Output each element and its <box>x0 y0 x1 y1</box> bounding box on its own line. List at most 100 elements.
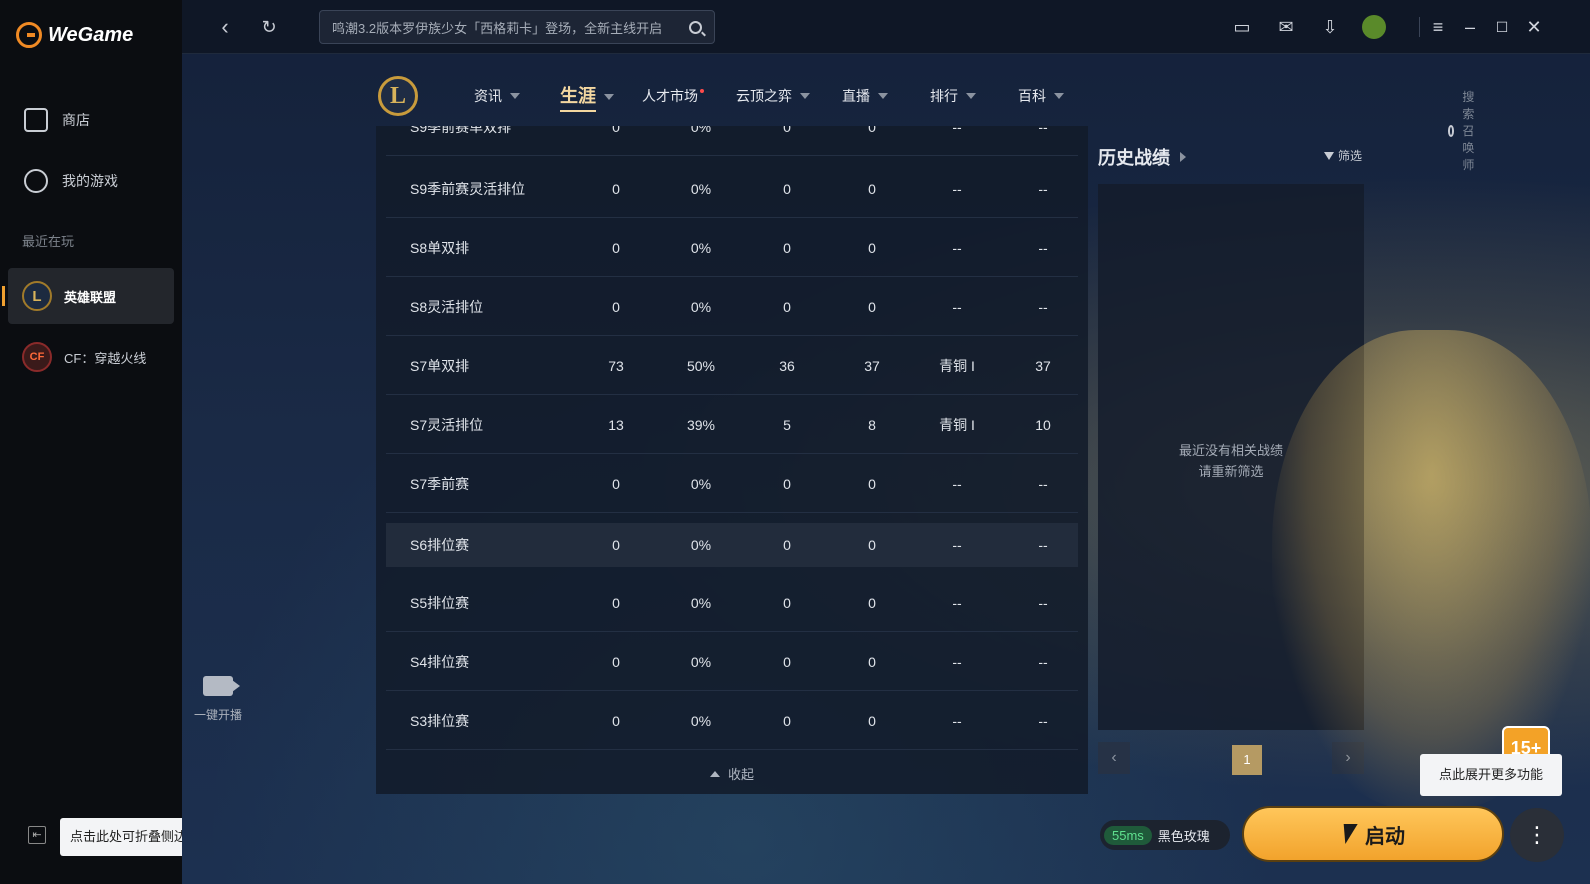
stat-cell: 0% <box>690 537 712 553</box>
tab-talent-market[interactable]: 人才市场 <box>642 86 704 106</box>
stat-cell: 0 <box>612 537 620 553</box>
sidebar-item-shop[interactable]: 商店 <box>8 92 174 148</box>
table-row[interactable]: S5排位赛 0 0% 0 0 -- -- <box>386 574 1078 632</box>
queue-name-cell: S7季前赛 <box>410 475 470 492</box>
current-page[interactable]: 1 <box>1232 745 1262 775</box>
tab-news[interactable]: 资讯 <box>474 86 520 106</box>
collapse-sidebar-button[interactable]: ⇤ <box>28 826 46 844</box>
chevron-right-icon <box>1180 152 1186 162</box>
chevron-down-icon <box>1054 93 1064 99</box>
lol-game-icon: L <box>22 281 52 311</box>
sidebar: WeGame 商店 我的游戏 最近在玩 L 英雄联盟 CF CF：穿越火线 ⇤ <box>0 0 182 884</box>
stat-cell: 0 <box>783 475 791 492</box>
maximize-icon[interactable]: ☐ <box>1490 15 1514 39</box>
filter-button[interactable]: 筛选 <box>1324 147 1362 164</box>
stat-cell: 0% <box>690 239 712 256</box>
table-row[interactable]: S3排位赛 0 0% 0 0 -- -- <box>386 692 1078 750</box>
summoner-search[interactable]: 搜索召唤师 <box>1448 88 1480 173</box>
tab-tft[interactable]: 云顶之弈 <box>736 86 810 106</box>
close-icon[interactable]: ✕ <box>1522 15 1546 39</box>
chevron-down-icon <box>878 93 888 99</box>
search-icon[interactable] <box>689 20 702 34</box>
table-row[interactable]: S7灵活排位 13 39% 5 8 青铜 I 10 <box>386 396 1078 454</box>
stat-cell: 0 <box>612 298 620 315</box>
tab-wiki[interactable]: 百科 <box>1018 86 1064 106</box>
stat-cell: 0 <box>612 475 620 492</box>
stat-cell: 0 <box>868 298 876 315</box>
sidebar-item-my-games[interactable]: 我的游戏 <box>8 153 174 209</box>
stat-cell: 0% <box>690 712 712 729</box>
ping-value: 55ms <box>1104 825 1152 845</box>
recent-game-cf[interactable]: CF CF：穿越火线 <box>8 329 174 385</box>
tab-live[interactable]: 直播 <box>842 86 888 106</box>
gamepad-icon <box>24 169 48 193</box>
stat-cell: 13 <box>608 416 624 433</box>
table-row[interactable]: S9季前赛单双排 0 0% 0 0 -- -- <box>386 126 1078 156</box>
table-row[interactable]: S7单双排 73 50% 36 37 青铜 I 37 <box>386 337 1078 395</box>
table-row[interactable]: S7季前赛 0 0% 0 0 -- -- <box>386 455 1078 513</box>
history-title[interactable]: 历史战绩 <box>1098 144 1186 170</box>
table-row[interactable]: S6排位赛 0 0% 0 0 -- -- <box>386 523 1078 567</box>
one-click-stream-button[interactable]: 一键开播 <box>190 676 246 723</box>
queue-name-cell: S8单双排 <box>410 239 470 256</box>
avatar[interactable] <box>1362 15 1386 39</box>
stat-cell: 39% <box>686 416 716 433</box>
stat-cell: 0 <box>783 126 791 135</box>
refresh-button[interactable]: ↻ <box>256 14 282 40</box>
recent-section-title: 最近在玩 <box>22 234 75 249</box>
table-row[interactable]: S9季前赛灵活排位 0 0% 0 0 -- -- <box>386 160 1078 218</box>
stat-cell: 0 <box>612 594 620 611</box>
minimize-icon[interactable]: – <box>1458 15 1482 39</box>
search-icon <box>1448 124 1455 137</box>
sidebar-item-label: 我的游戏 <box>62 173 118 189</box>
stat-cell: 0% <box>690 180 712 197</box>
stat-cell: -- <box>1038 653 1048 670</box>
stat-cell: 0 <box>612 239 620 256</box>
table-row[interactable]: S8单双排 0 0% 0 0 -- -- <box>386 219 1078 277</box>
history-title-label: 历史战绩 <box>1098 148 1170 168</box>
stat-cell: 0 <box>868 180 876 197</box>
tab-ranking[interactable]: 排行 <box>930 86 976 106</box>
server-status[interactable]: 55ms 黑色玫瑰 <box>1100 820 1230 850</box>
stat-cell: -- <box>1038 298 1048 315</box>
collapse-table-button[interactable]: 收起 <box>376 764 1088 783</box>
menu-icon[interactable]: ≡ <box>1426 15 1450 39</box>
launch-label: 启动 <box>1365 825 1405 848</box>
stat-cell: -- <box>1038 239 1048 256</box>
wegame-logo[interactable]: WeGame <box>16 22 133 48</box>
stat-cell: 0 <box>612 712 620 729</box>
wegame-logo-text: WeGame <box>48 23 134 46</box>
stat-cell: 0 <box>868 126 876 135</box>
mail-icon[interactable]: ✉ <box>1274 15 1298 39</box>
recent-game-lol[interactable]: L 英雄联盟 <box>2 268 174 324</box>
recent-game-label: 英雄联盟 <box>64 289 117 305</box>
tab-career[interactable]: 生涯 <box>560 82 614 112</box>
stat-cell: 0 <box>612 126 620 135</box>
table-row[interactable]: S8灵活排位 0 0% 0 0 -- -- <box>386 278 1078 336</box>
launch-button[interactable]: 启动 <box>1242 806 1504 862</box>
stat-cell: 0 <box>868 475 876 492</box>
rank-stats-table: 收起 S9季前赛单双排 0 0% 0 0 -- -- S9季前赛灵活排位 0 0% 0 0 -- -- S8… <box>376 126 1088 794</box>
global-search-input[interactable] <box>332 19 689 35</box>
summoner-search-placeholder: 搜索召唤师 <box>1462 90 1475 172</box>
stat-cell: -- <box>952 475 962 492</box>
chat-icon[interactable]: ▭ <box>1230 15 1254 39</box>
queue-name-cell: S6排位赛 <box>410 537 470 553</box>
back-button[interactable]: ‹ <box>212 14 238 40</box>
tab-label: 百科 <box>1018 88 1046 104</box>
table-row[interactable]: S4排位赛 0 0% 0 0 -- -- <box>386 633 1078 691</box>
stat-cell: -- <box>952 239 962 256</box>
stat-cell: 青铜 I <box>939 416 975 433</box>
more-options-button[interactable]: ⋮ <box>1510 808 1564 862</box>
chevron-down-icon <box>604 94 614 100</box>
lol-logo[interactable]: L <box>378 76 418 116</box>
download-icon[interactable]: ⇩ <box>1318 15 1342 39</box>
stat-cell: 0 <box>868 653 876 670</box>
chevron-down-icon <box>800 93 810 99</box>
chevron-down-icon <box>510 93 520 99</box>
prev-page-button[interactable]: ‹ <box>1098 742 1130 774</box>
stat-cell: 0 <box>868 239 876 256</box>
stat-cell: 73 <box>608 357 624 374</box>
cf-game-icon: CF <box>22 342 52 372</box>
stat-cell: 37 <box>864 357 880 374</box>
